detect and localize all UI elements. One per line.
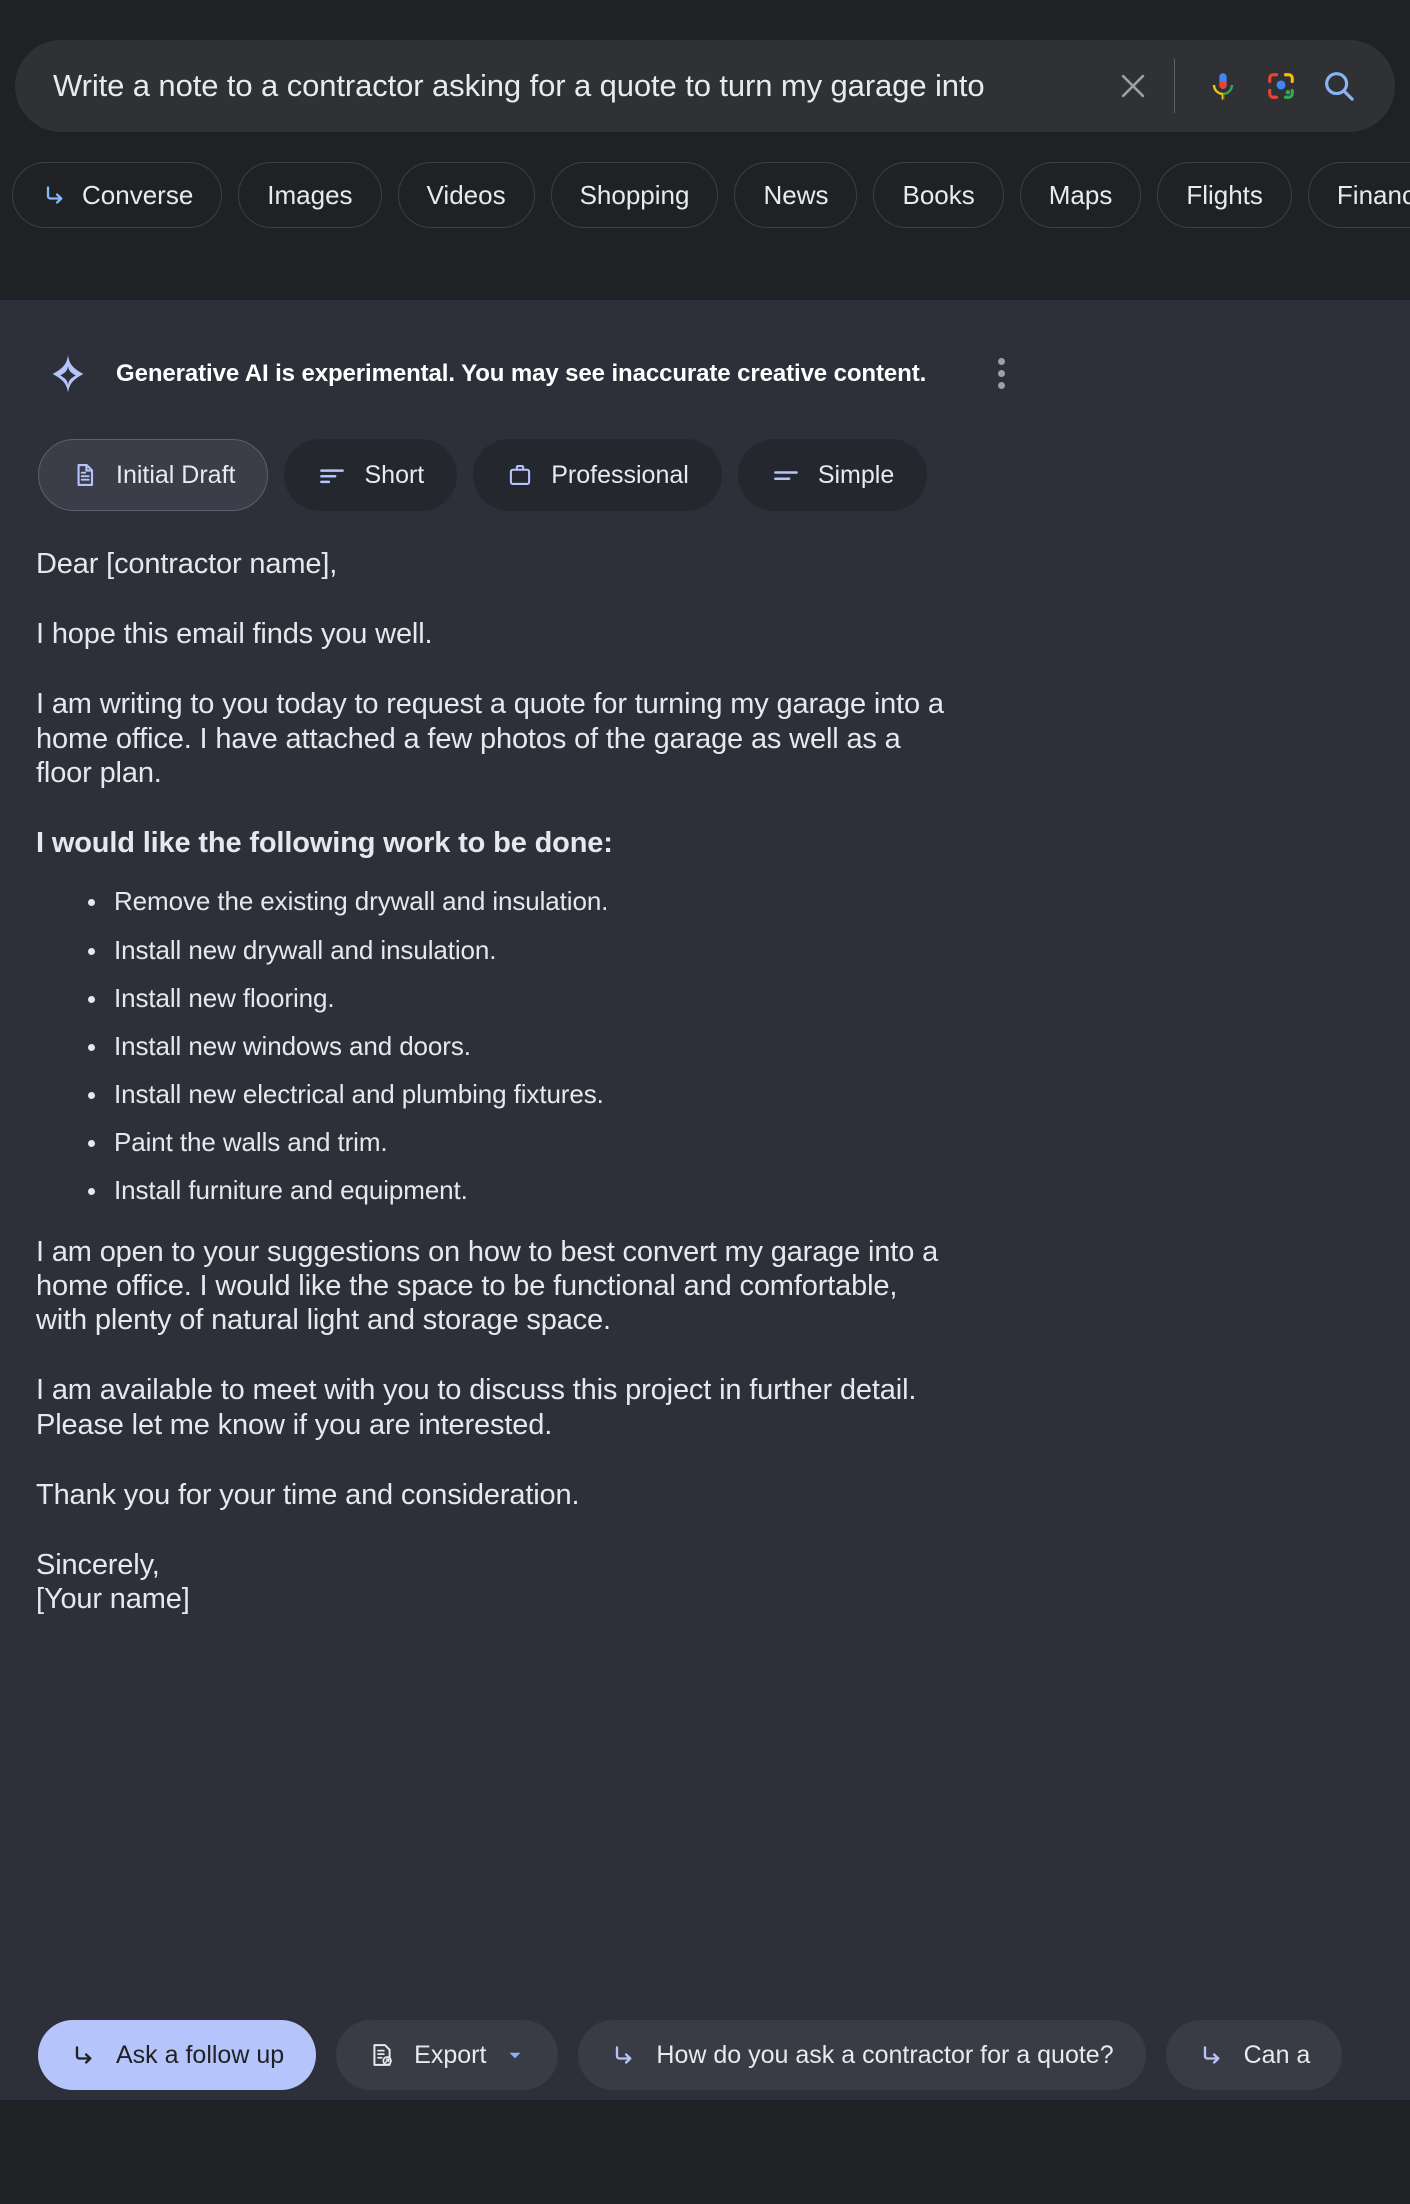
action-label: How do you ask a contractor for a quote? xyxy=(656,2040,1114,2069)
chip-initial-draft[interactable]: Initial Draft xyxy=(38,439,269,511)
followup-arrow-icon xyxy=(610,2041,638,2069)
tab-label: Images xyxy=(267,179,353,210)
document-icon xyxy=(71,461,99,489)
tab-videos[interactable]: Videos xyxy=(397,162,535,228)
list-item: Install furniture and equipment. xyxy=(36,1175,1370,1206)
tab-shopping[interactable]: Shopping xyxy=(550,162,719,228)
chevron-down-icon[interactable] xyxy=(504,2044,526,2066)
search-bar[interactable]: Write a note to a contractor asking for … xyxy=(15,40,1395,132)
chip-label: Professional xyxy=(551,460,689,489)
page-root: Write a note to a contractor asking for … xyxy=(0,0,1410,2204)
chip-label: Simple xyxy=(817,460,895,489)
list-item: Paint the walls and trim. xyxy=(36,1127,1370,1158)
tab-label: Converse xyxy=(82,179,194,210)
tab-label: News xyxy=(763,179,829,210)
list-item: Remove the existing drywall and insulati… xyxy=(36,886,1370,917)
ai-disclaimer: Generative AI is experimental. You may s… xyxy=(0,300,1410,399)
tab-label: Finance xyxy=(1336,179,1410,210)
style-chips: Initial Draft Short Professional Simple xyxy=(0,399,1410,511)
converse-arrow-icon xyxy=(41,181,69,209)
tab-flights[interactable]: Flights xyxy=(1157,162,1292,228)
chip-label: Initial Draft xyxy=(116,460,236,489)
tab-images[interactable]: Images xyxy=(238,162,382,228)
draft-list-heading: I would like the following work to be do… xyxy=(36,827,613,860)
tab-label: Shopping xyxy=(579,179,690,210)
briefcase-icon xyxy=(506,461,534,489)
tab-news[interactable]: News xyxy=(734,162,858,228)
suggestion-button-1[interactable]: How do you ask a contractor for a quote? xyxy=(578,2020,1146,2090)
tab-converse[interactable]: Converse xyxy=(12,162,223,228)
tab-label: Maps xyxy=(1048,179,1113,210)
generative-ai-panel: Generative AI is experimental. You may s… xyxy=(0,300,1410,2100)
simple-lines-icon xyxy=(771,460,801,490)
footer-strip xyxy=(0,2100,1410,2204)
google-lens-icon[interactable] xyxy=(1255,60,1307,112)
chip-simple[interactable]: Simple xyxy=(737,439,928,511)
action-label: Ask a follow up xyxy=(116,2040,285,2069)
draft-paragraph-2: I am writing to you today to request a q… xyxy=(36,688,944,789)
followup-arrow-icon xyxy=(1198,2041,1226,2069)
list-item: Install new electrical and plumbing fixt… xyxy=(36,1079,1370,1110)
export-doc-icon xyxy=(368,2041,396,2069)
sparkle-icon xyxy=(46,352,90,396)
chip-label: Short xyxy=(364,460,425,489)
draft-paragraph-5: Thank you for your time and consideratio… xyxy=(36,1478,580,1511)
draft-work-list: Remove the existing drywall and insulati… xyxy=(36,886,1370,1206)
chip-short[interactable]: Short xyxy=(284,439,458,511)
tab-finance[interactable]: Finance xyxy=(1307,162,1410,228)
action-buttons: Ask a follow up Export How do you ask a … xyxy=(0,2020,1343,2090)
search-icon[interactable] xyxy=(1313,60,1365,112)
chip-professional[interactable]: Professional xyxy=(473,439,722,511)
draft-paragraph-3: I am open to your suggestions on how to … xyxy=(36,1235,939,1337)
draft-paragraph-4: I am available to meet with you to discu… xyxy=(36,1374,917,1441)
search-divider xyxy=(1174,59,1175,113)
tab-maps[interactable]: Maps xyxy=(1019,162,1142,228)
list-item: Install new drywall and insulation. xyxy=(36,935,1370,966)
microphone-icon[interactable] xyxy=(1197,60,1249,112)
draft-greeting: Dear [contractor name], xyxy=(36,548,338,580)
tab-label: Books xyxy=(902,179,975,210)
ai-disclaimer-text: Generative AI is experimental. You may s… xyxy=(116,359,927,387)
tab-label: Videos xyxy=(426,179,506,210)
draft-paragraph-1: I hope this email finds you well. xyxy=(36,618,433,651)
more-options-icon[interactable] xyxy=(986,348,1017,399)
draft-signature: Sincerely, [Your name] xyxy=(36,1548,190,1616)
tab-books[interactable]: Books xyxy=(873,162,1004,228)
tab-label: Flights xyxy=(1186,179,1263,210)
suggestion-button-2[interactable]: Can a xyxy=(1165,2020,1343,2090)
list-item: Install new flooring. xyxy=(36,983,1370,1014)
ask-follow-up-button[interactable]: Ask a follow up xyxy=(38,2020,317,2090)
nav-tabs: Converse Images Videos Shopping News Boo… xyxy=(0,162,1410,228)
short-lines-icon xyxy=(317,460,347,490)
action-label: Export xyxy=(414,2040,487,2069)
search-input[interactable]: Write a note to a contractor asking for … xyxy=(53,68,1110,104)
search-header: Write a note to a contractor asking for … xyxy=(0,0,1410,300)
action-label: Can a xyxy=(1243,2040,1311,2069)
draft-document: Dear [contractor name], I hope this emai… xyxy=(0,511,1410,1616)
followup-arrow-icon xyxy=(70,2041,98,2069)
list-item: Install new windows and doors. xyxy=(36,1031,1370,1062)
export-button[interactable]: Export xyxy=(336,2020,559,2090)
close-icon[interactable] xyxy=(1110,63,1156,109)
